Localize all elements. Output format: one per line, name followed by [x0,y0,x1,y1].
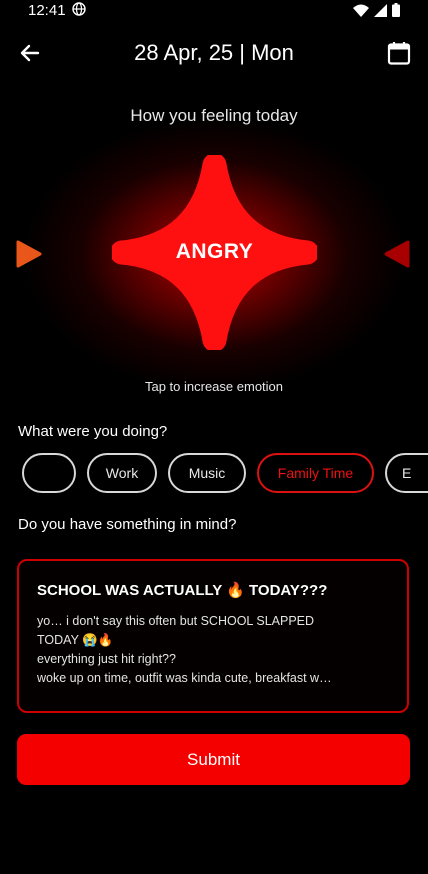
activity-question: What were you doing? [18,423,168,440]
next-emotion-arrow-icon[interactable] [384,240,410,268]
journal-note-card[interactable]: SCHOOL WAS ACTUALLY 🔥 TODAY??? yo… i don… [17,559,409,713]
wifi-icon [353,4,369,17]
globe-icon [72,2,86,16]
app-bar: 28 Apr, 25 | Mon [0,32,428,74]
note-line: woke up on time, outfit was kinda cute, … [37,671,332,685]
activity-chip-partial[interactable]: E [385,453,428,493]
calendar-icon[interactable] [386,40,412,66]
submit-button[interactable]: Submit [17,734,410,785]
mind-question: Do you have something in mind? [18,516,237,533]
note-title: SCHOOL WAS ACTUALLY 🔥 TODAY??? [37,582,328,599]
tap-hint: Tap to increase emotion [144,379,284,394]
note-line: everything just hit right?? [37,652,176,666]
previous-emotion-arrow-icon[interactable] [16,240,42,268]
activity-chip-list: Work Music Family Time E [22,453,428,493]
note-line: yo… i don't say this often but SCHOOL SL… [37,614,315,628]
emotion-label: ANGRY [175,240,254,263]
battery-icon [392,3,400,17]
activity-chip-music[interactable]: Music [168,453,246,493]
activity-chip-work[interactable]: Work [87,453,157,493]
status-bar: 12:41 [0,0,428,22]
signal-icon [374,3,387,17]
note-line: TODAY 😭🔥 [37,633,114,647]
activity-chip-family-time[interactable]: Family Time [257,453,374,493]
status-time: 12:41 [28,2,66,19]
date-title[interactable]: 28 Apr, 25 | Mon [0,40,428,66]
status-icons [353,3,400,17]
note-body: yo… i don't say this often but SCHOOL SL… [37,612,392,688]
activity-chip[interactable] [22,453,76,493]
